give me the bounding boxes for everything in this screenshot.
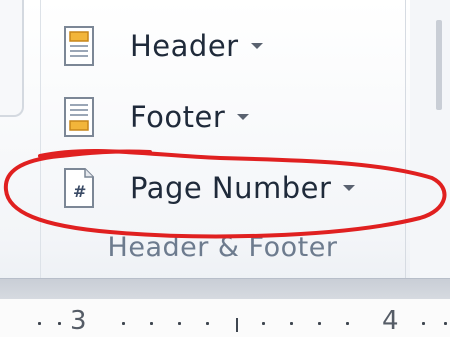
ribbon-bottom-border [0,278,450,299]
page-number-button[interactable]: # Page Number [62,162,356,214]
page-number-icon: # [62,166,106,210]
footer-button[interactable]: Footer [62,91,250,143]
ruler-dot [346,322,349,325]
ruler-dot [206,322,209,325]
header-button-label: Header [130,29,239,63]
chevron-down-icon [343,185,356,191]
footer-button-label: Footer [130,100,226,134]
ruler-dot [262,322,265,325]
ruler-dot [38,322,41,325]
group-label: Header & Footer [107,232,338,263]
ruler-dot [150,322,153,325]
page-number-button-label: Page Number [130,171,332,205]
chevron-down-icon [237,114,250,120]
ruler-dot [444,322,447,325]
ruler-dot [178,322,181,325]
footer-page-icon [62,95,106,139]
ruler-tick [236,318,238,332]
previous-group-edge [0,0,24,117]
ruler-number-4: 4 [382,306,399,336]
chevron-down-icon [250,43,263,49]
group-divider-right [405,0,406,278]
ruler-dot [290,322,293,325]
ruler-dot [122,322,125,325]
header-button[interactable]: Header [62,20,263,72]
next-group-scroll-handle [436,20,442,110]
ruler-dot [58,322,61,325]
header-page-icon [62,24,106,68]
ruler-dot [318,322,321,325]
next-group-edge [410,0,450,278]
ruler-dot [422,322,425,325]
svg-text:#: # [73,182,86,201]
ruler-number-3: 3 [70,306,87,336]
